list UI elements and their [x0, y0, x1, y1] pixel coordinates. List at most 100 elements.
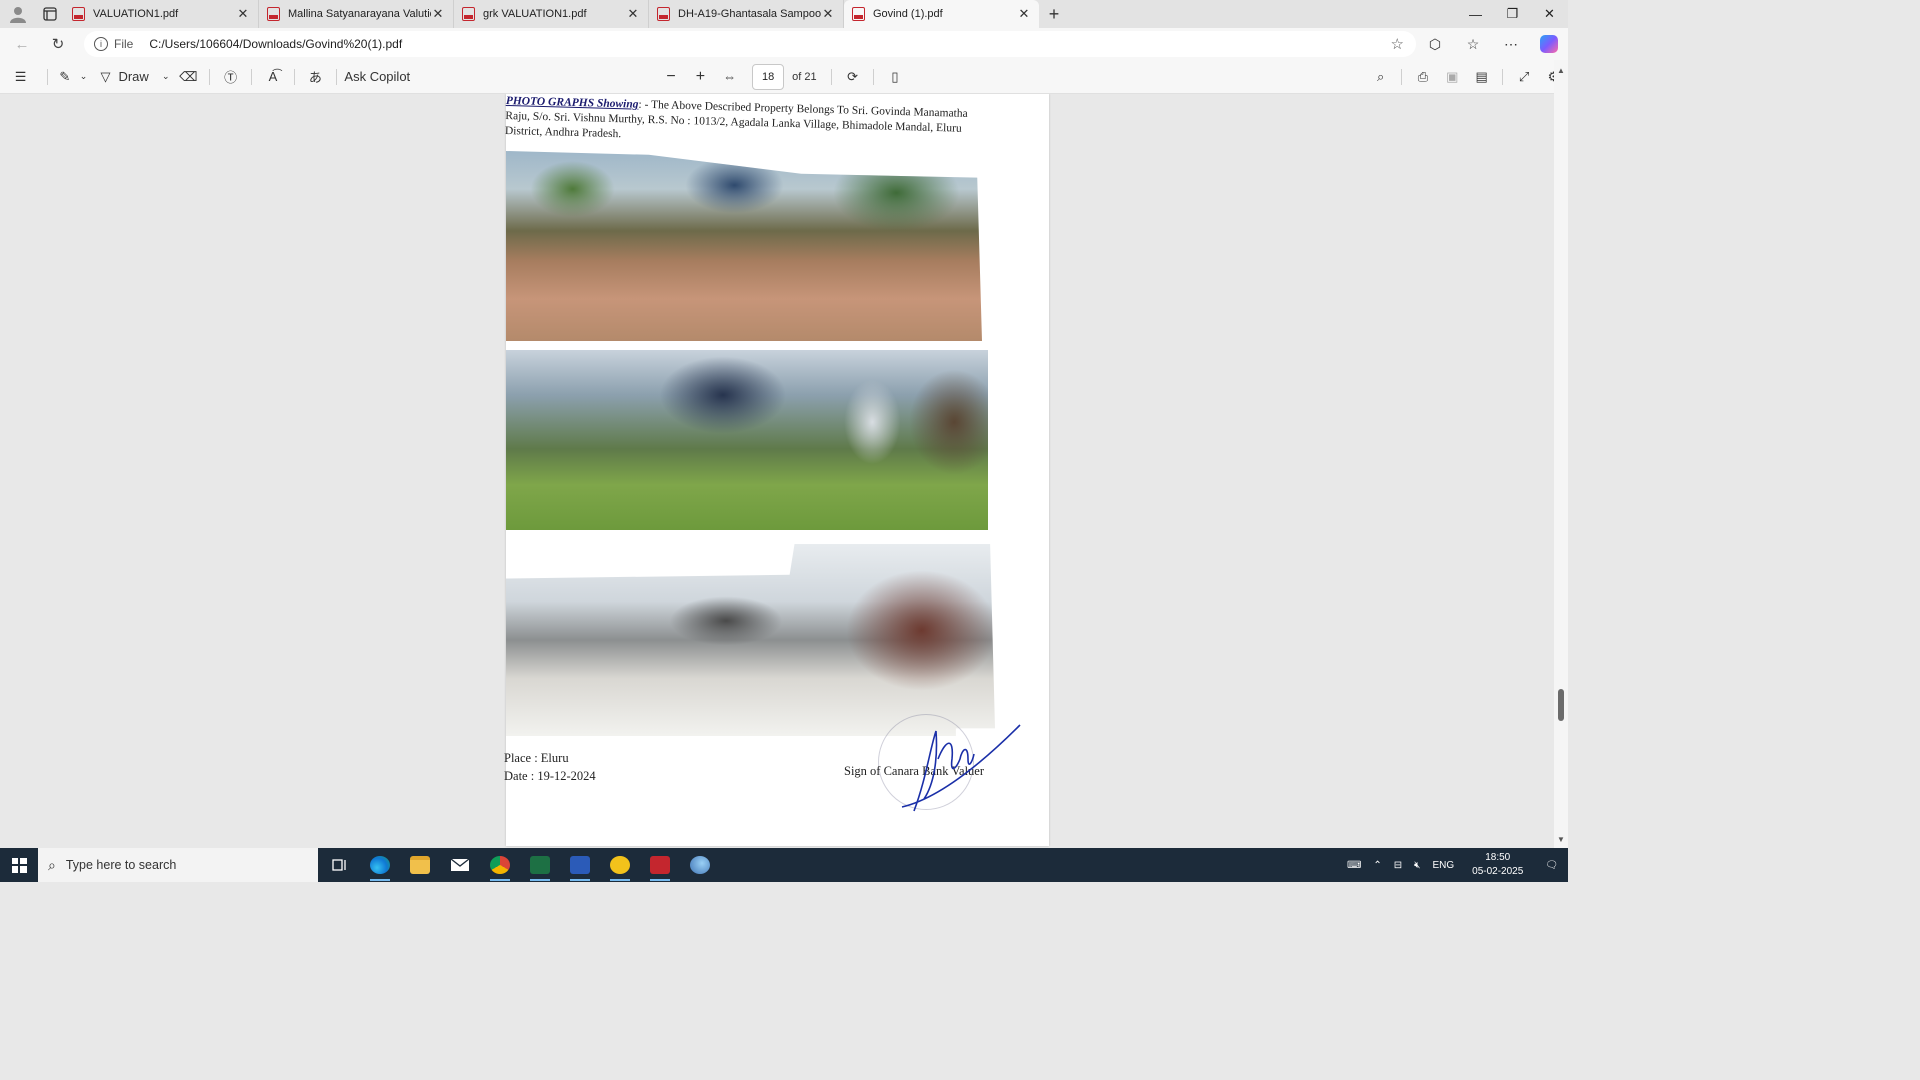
chevron-down-icon[interactable]: ⌄ — [158, 60, 174, 94]
close-icon[interactable]: ✕ — [431, 6, 445, 22]
property-photo-shed — [506, 544, 995, 736]
photo-caption: PHOTO GRAPHS Showing: - The Above Descri… — [505, 94, 976, 152]
favorites-icon[interactable]: ☆ — [1454, 28, 1492, 60]
new-tab-button[interactable]: + — [1039, 0, 1069, 28]
keyboard-icon[interactable]: ⌨ — [1341, 860, 1367, 871]
read-aloud-icon[interactable]: A͡ — [258, 60, 287, 94]
paint-icon[interactable] — [680, 848, 720, 882]
caption-heading: PHOTO GRAPHS Showing — [505, 94, 639, 111]
divider — [830, 68, 832, 85]
restore-icon[interactable]: ❐ — [1494, 0, 1531, 28]
taskbar: ⌕ Type here to search ⌨ ⌃ ⊟ 🔇︎ ENG 18:50… — [0, 848, 1568, 882]
language-indicator[interactable]: ENG — [1426, 860, 1460, 871]
close-icon[interactable]: ✕ — [236, 6, 250, 22]
browser-actions: ⬡ ☆ ⋯ — [1416, 28, 1568, 60]
pdf-viewer[interactable]: PHOTO GRAPHS Showing: - The Above Descri… — [0, 94, 1568, 848]
full-screen-icon[interactable]: ⤢ — [1509, 60, 1538, 94]
url-input[interactable]: i File C:/Users/106604/Downloads/Govind%… — [84, 31, 1416, 57]
date-text: Date : 19-12-2024 — [504, 769, 596, 783]
profile-icon[interactable] — [0, 0, 36, 28]
search-icon[interactable]: ⌕ — [1366, 60, 1395, 94]
system-tray: ⌨ ⌃ ⊟ 🔇︎ ENG 18:50 05-02-2025 🗨︎ — [1341, 848, 1568, 882]
fit-width-icon[interactable]: ⇔ — [715, 60, 744, 94]
contents-icon[interactable]: ☰ — [0, 60, 41, 94]
volume-muted-icon[interactable]: 🔇︎ — [1408, 860, 1426, 871]
close-icon[interactable]: ✕ — [626, 6, 640, 22]
network-icon[interactable]: ⊟ — [1388, 860, 1408, 871]
show-hidden-icon[interactable]: ⌃ — [1367, 860, 1387, 871]
scroll-thumb[interactable] — [1558, 689, 1564, 721]
scroll-down-icon[interactable]: ▼ — [1557, 835, 1565, 844]
tab-label: grk VALUATION1.pdf — [483, 8, 587, 20]
extensions-icon[interactable]: ⬡ — [1416, 28, 1454, 60]
property-photo-road — [506, 151, 982, 341]
zoom-in-icon[interactable]: + — [686, 60, 715, 94]
divider — [293, 68, 295, 85]
back-icon[interactable]: ← — [4, 28, 40, 60]
file-explorer-icon[interactable] — [400, 848, 440, 882]
word-icon[interactable] — [560, 848, 600, 882]
divider — [1502, 68, 1504, 85]
edge-icon[interactable] — [360, 848, 400, 882]
close-icon[interactable]: ✕ — [821, 6, 835, 22]
tab-mallina-valuation[interactable]: Mallina Satyanarayana Valution.pdf ✕ — [259, 0, 454, 28]
url-text[interactable]: C:/Users/106604/Downloads/Govind%20(1).p… — [149, 37, 402, 51]
scroll-up-icon[interactable]: ▲ — [1557, 66, 1565, 75]
mail-icon[interactable] — [440, 848, 480, 882]
divider — [251, 68, 253, 85]
clock-date: 05-02-2025 — [1472, 866, 1524, 877]
pdf-app-icon[interactable] — [640, 848, 680, 882]
ask-copilot-button[interactable]: Ask Copilot — [343, 60, 412, 94]
print-icon[interactable]: ⎙ — [1408, 60, 1437, 94]
divider — [336, 68, 338, 85]
page-total: of 21 — [792, 70, 817, 83]
search-icon: ⌕ — [48, 856, 56, 873]
tab-label: DH-A19-Ghantasala Sampoorna- — [678, 8, 821, 20]
highlight-icon[interactable]: ✎ — [54, 60, 76, 94]
task-view-icon[interactable] — [320, 848, 360, 882]
translate-icon[interactable]: あ — [301, 60, 330, 94]
divider — [208, 68, 210, 85]
draw-icon: ▽ — [100, 68, 111, 84]
page-view-icon[interactable]: ▯ — [880, 60, 909, 94]
pdf-toolbar: ☰ ✎ ⌄ ▽ Draw ⌄ ⌫ Ⓣ A͡ あ Ask Copilot − + … — [0, 60, 1568, 94]
clock[interactable]: 18:50 05-02-2025 — [1460, 851, 1535, 879]
minimize-icon[interactable]: — — [1457, 0, 1494, 28]
page-number-input[interactable]: 18 — [752, 63, 784, 90]
norton-icon[interactable] — [600, 848, 640, 882]
search-placeholder: Type here to search — [65, 858, 177, 872]
vertical-scrollbar[interactable]: ▲ ▼ — [1554, 60, 1568, 848]
close-icon[interactable]: ✕ — [1017, 6, 1031, 22]
notifications-icon[interactable]: 🗨︎ — [1535, 860, 1568, 871]
tab-actions-icon[interactable] — [36, 0, 64, 28]
rotate-icon[interactable]: ⟳ — [838, 60, 867, 94]
excel-icon[interactable] — [520, 848, 560, 882]
start-button[interactable] — [0, 848, 38, 882]
tab-grk-valuation1[interactable]: grk VALUATION1.pdf ✕ — [454, 0, 649, 28]
save-as-icon[interactable]: ▤ — [1467, 60, 1496, 94]
eraser-icon[interactable]: ⌫ — [174, 60, 203, 94]
info-icon[interactable]: i — [94, 37, 108, 51]
close-window-icon[interactable]: ✕ — [1531, 0, 1568, 28]
draw-button[interactable]: ▽ Draw — [91, 60, 158, 94]
more-icon[interactable]: ⋯ — [1492, 28, 1530, 60]
draw-label: Draw — [118, 69, 149, 84]
tab-valuation1[interactable]: VALUATION1.pdf ✕ — [64, 0, 259, 28]
chevron-down-icon[interactable]: ⌄ — [76, 60, 92, 94]
tab-govind[interactable]: Govind (1).pdf ✕ — [844, 0, 1039, 28]
pdf-file-icon — [72, 7, 85, 21]
zoom-out-icon[interactable]: − — [656, 60, 685, 94]
address-bar: ← ↻ i File C:/Users/106604/Downloads/Gov… — [0, 28, 1568, 60]
tab-dh-a19-ghantasala[interactable]: DH-A19-Ghantasala Sampoorna- ✕ — [649, 0, 844, 28]
taskbar-search-input[interactable]: ⌕ Type here to search — [38, 848, 318, 882]
text-box-icon[interactable]: Ⓣ — [216, 60, 245, 94]
save-icon[interactable]: ▣ — [1438, 60, 1467, 94]
valuer-signature — [901, 724, 1021, 812]
divider — [47, 68, 49, 85]
refresh-icon[interactable]: ↻ — [40, 28, 76, 60]
tab-label: VALUATION1.pdf — [93, 8, 179, 20]
star-icon[interactable]: ☆ — [1391, 35, 1404, 53]
pdf-file-icon — [852, 7, 865, 21]
copilot-icon[interactable] — [1530, 28, 1568, 60]
chrome-icon[interactable] — [480, 848, 520, 882]
